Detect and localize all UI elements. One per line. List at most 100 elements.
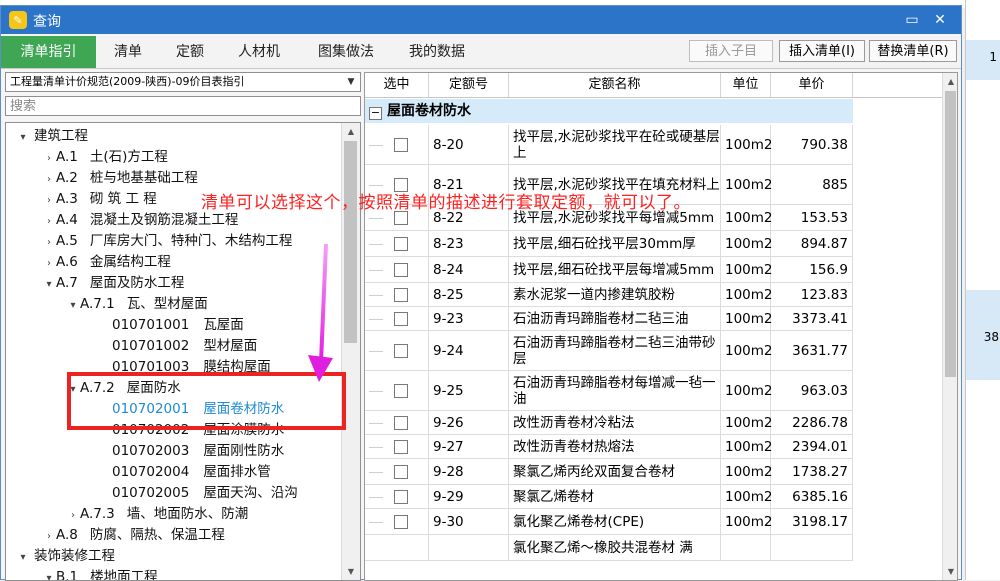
tree-item[interactable]: › A.4 混凝土及钢筋混凝土工程 [42,210,238,231]
tree-item[interactable]: › A.1 土(石)方工程 [42,147,168,168]
row-checkbox[interactable] [393,439,408,454]
chevron-right-icon[interactable]: › [42,190,56,211]
collapse-icon[interactable]: − [369,107,382,120]
select-cell [365,125,429,164]
chevron-down-icon[interactable]: ▾ [66,295,80,316]
tree-item[interactable]: › A.6 金属结构工程 [42,252,171,273]
chevron-down-icon[interactable]: ▼ [344,73,358,91]
tree-item[interactable]: ▾ 建筑工程 [16,126,88,147]
header-name[interactable]: 定额名称 [509,73,721,97]
table-row[interactable]: 9-27 改性沥青卷材热熔法 100m2 2394.01 [365,435,853,459]
tree-item[interactable]: › A.7.3 墙、地面防水、防潮 [66,504,248,525]
tab-list-guide[interactable]: 清单指引 [1,36,96,68]
row-checkbox[interactable] [393,464,408,479]
row-checkbox[interactable] [393,489,408,504]
header-price[interactable]: 单价 [771,73,853,97]
row-checkbox[interactable] [393,137,408,152]
chevron-right-icon[interactable]: › [42,253,56,274]
chevron-down-icon[interactable]: ▾ [16,127,30,148]
tree-item[interactable]: 010702005 屋面天沟、沿沟 [112,483,298,504]
tree-item[interactable]: ▾ A.7 屋面及防水工程 [42,273,184,294]
table-row[interactable]: 8-20 找平层,水泥砂浆找平在砼或硬基层上 100m2 790.38 [365,125,853,165]
table-row[interactable]: 8-24 找平层,细石砼找平层每增减5mm 100m2 156.9 [365,257,853,283]
table-row[interactable]: 8-23 找平层,细石砼找平层30mm厚 100m2 894.87 [365,231,853,257]
tab-quota[interactable]: 定额 [161,36,219,68]
tree-item[interactable]: ▾ 装饰装修工程 [16,546,115,567]
scroll-down-icon[interactable]: ▼ [342,563,360,580]
chevron-down-icon[interactable]: ▾ [42,274,56,295]
quota-price: 3373.41 [771,307,853,330]
chevron-right-icon[interactable]: › [42,526,56,547]
scroll-up-icon[interactable]: ▲ [943,73,957,90]
table-row[interactable]: 9-24 石油沥青玛蹄脂卷材二毡三油带砂层 100m2 3631.77 [365,331,853,371]
quota-price: 885 [771,165,853,204]
insert-list-button[interactable]: 插入清单(I) [779,40,865,62]
row-checkbox[interactable] [393,514,408,529]
chevron-right-icon[interactable]: › [42,169,56,190]
table-row[interactable]: 9-23 石油沥青玛蹄脂卷材二毡三油 100m2 3373.41 [365,307,853,331]
search-input[interactable] [5,96,361,116]
header-unit[interactable]: 单位 [721,73,771,97]
tree-item[interactable]: › A.3 砌 筑 工 程 [42,189,157,210]
replace-list-button[interactable]: 替换清单(R) [869,40,957,62]
quota-name: 素水泥浆一道内掺建筑胶粉 [509,283,721,306]
tree-item[interactable]: 010701002 型材屋面 [112,336,257,357]
tree-item[interactable]: ▾ B.1 楼地面工程 [42,567,157,580]
table-row[interactable]: 8-25 素水泥浆一道内掺建筑胶粉 100m2 123.83 [365,283,853,307]
tree-item-label: 屋面及防水工程 [89,275,185,291]
row-checkbox[interactable] [393,343,408,358]
quota-name: 找平层,细石砼找平层每增减5mm [509,257,721,282]
row-checkbox[interactable] [393,287,408,302]
spec-dropdown[interactable]: 工程量清单计价规范(2009-陕西)-09价目表指引 ▼ [5,72,361,92]
tree-item-code: 010702005 [112,485,190,501]
chevron-right-icon[interactable]: › [42,148,56,169]
background-spreadsheet: 1 38 [965,0,1000,580]
scroll-down-icon[interactable]: ▼ [943,563,957,580]
tree-item[interactable]: › A.5 厂库房大门、特种门、木结构工程 [42,231,292,252]
chevron-right-icon[interactable]: › [66,505,80,526]
restore-icon[interactable]: ▭ [901,10,923,30]
title-bar[interactable]: ✎ 查询 ▭ ✕ [1,6,961,34]
quota-price: 2394.01 [771,435,853,458]
tab-my-data[interactable]: 我的数据 [395,36,479,68]
table-row[interactable]: 9-30 氯化聚乙烯卷材(CPE) 100m2 3198.17 [365,509,853,535]
tree-item[interactable]: › A.2 桩与地基基础工程 [42,168,198,189]
header-code[interactable]: 定额号 [429,73,509,97]
tree-item[interactable]: ▾ A.7.1 瓦、型材屋面 [66,294,207,316]
chevron-right-icon[interactable]: › [42,232,56,253]
table-row[interactable]: 9-28 聚氯乙烯丙纶双面复合卷材 100m2 1738.27 [365,459,853,485]
tree-item[interactable]: 010701001 瓦屋面 [112,315,244,336]
tab-list[interactable]: 清单 [99,36,157,68]
table-row[interactable]: 9-26 改性沥青卷材冷粘法 100m2 2286.78 [365,411,853,435]
chevron-down-icon[interactable]: ▾ [42,568,56,580]
row-checkbox[interactable] [393,311,408,326]
chevron-down-icon[interactable]: ▾ [16,547,30,568]
chevron-right-icon[interactable]: › [42,211,56,232]
header-select[interactable]: 选中 [365,73,429,97]
row-checkbox[interactable] [393,236,408,251]
select-cell [365,485,429,508]
row-checkbox[interactable] [393,415,408,430]
close-icon[interactable]: ✕ [929,10,951,30]
quota-price: 894.87 [771,231,853,256]
table-row[interactable]: 氯化聚乙烯～橡胶共混卷材 满 [365,535,853,561]
select-cell [365,535,429,560]
tree-item-label: 混凝土及钢筋混凝土工程 [89,212,239,228]
row-checkbox[interactable] [393,383,408,398]
tree-item[interactable]: 010702004 屋面排水管 [112,462,271,483]
row-checkbox[interactable] [393,262,408,277]
quota-price: 2286.78 [771,411,853,434]
table-scrollbar[interactable]: ▲ ▼ [942,73,957,580]
tab-atlas[interactable]: 图集做法 [301,36,391,68]
group-row[interactable]: − 屋面卷材防水 [365,99,853,123]
scroll-thumb[interactable] [344,141,357,343]
tree-item-label: 厂库房大门、特种门、木结构工程 [89,233,293,249]
tree-item[interactable]: 010702003 屋面刚性防水 [112,441,284,462]
insert-child-button[interactable]: 插入子目 [689,40,773,62]
scroll-up-icon[interactable]: ▲ [342,123,360,140]
table-row[interactable]: 9-29 聚氯乙烯卷材 100m2 6385.16 [365,485,853,509]
tree-item[interactable]: › A.8 防腐、隔热、保温工程 [42,525,225,546]
scroll-thumb[interactable] [945,91,956,377]
tab-materials[interactable]: 人材机 [223,36,295,68]
table-row[interactable]: 9-25 石油沥青玛蹄脂卷材每增减一毡一油 100m2 963.03 [365,371,853,411]
